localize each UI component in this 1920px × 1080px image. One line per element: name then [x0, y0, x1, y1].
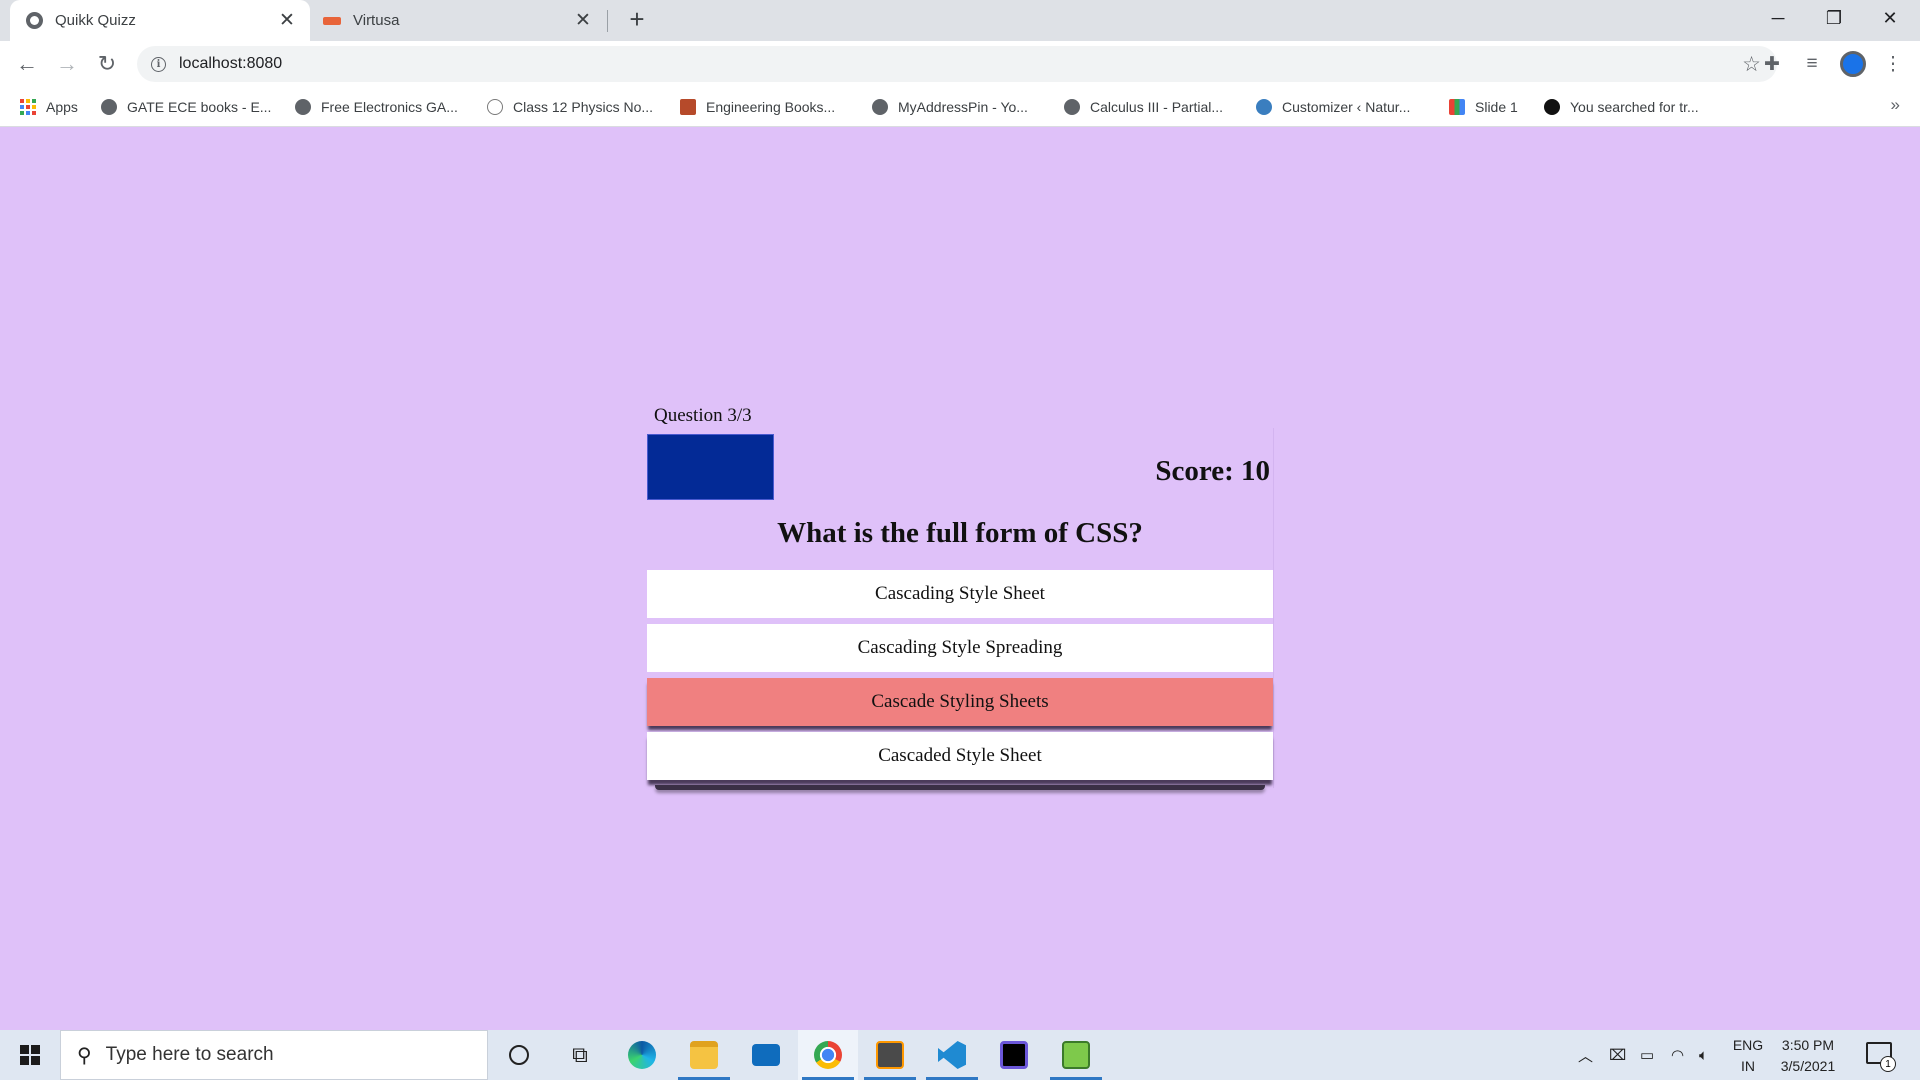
- media-control-icon[interactable]: ≡: [1797, 49, 1827, 79]
- windows-logo-icon: [20, 1045, 40, 1065]
- card-shadow-bar: [655, 785, 1265, 790]
- bookmark-label: Free Electronics GA...: [321, 99, 458, 115]
- battery-icon[interactable]: ▭: [1640, 1030, 1654, 1080]
- wordpress-icon: [1256, 99, 1272, 115]
- question-text: What is the full form of CSS?: [777, 517, 1143, 549]
- tab-separator: [607, 10, 608, 32]
- bookmark-apps[interactable]: Apps: [20, 87, 78, 127]
- edge-icon[interactable]: [612, 1030, 672, 1080]
- question-counter: Question 3/3: [654, 405, 752, 426]
- clock[interactable]: 3:50 PM 3/5/2021: [1768, 1035, 1848, 1077]
- globe-icon: [1064, 99, 1080, 115]
- browser-toolbar: ← → ↻ i localhost:8080 ☆ ✚ ≡ ⋮: [0, 41, 1920, 87]
- volume-icon[interactable]: 🔈︎: [1699, 1030, 1708, 1080]
- bookmark-slide1[interactable]: Slide 1: [1449, 87, 1518, 127]
- bookmark-free-electronics[interactable]: Free Electronics GA...: [295, 87, 458, 127]
- bookmark-calculus[interactable]: Calculus III - Partial...: [1064, 87, 1223, 127]
- globe-icon: [101, 99, 117, 115]
- answer-option[interactable]: Cascaded Style Sheet: [647, 732, 1273, 780]
- bookmark-class12-physics[interactable]: Class 12 Physics No...: [487, 87, 653, 127]
- bookmark-myaddresspin[interactable]: MyAddressPin - Yo...: [872, 87, 1028, 127]
- tab-virtusa[interactable]: Virtusa ✕: [313, 0, 606, 41]
- bookmark-label: Calculus III - Partial...: [1090, 99, 1224, 115]
- tab-quikk-quizz[interactable]: Quikk Quizz ✕: [10, 0, 310, 41]
- language-code: ENG: [1732, 1037, 1764, 1053]
- start-button[interactable]: [0, 1030, 60, 1080]
- restore-button[interactable]: ❐: [1806, 0, 1862, 36]
- close-tab-icon[interactable]: ✕: [278, 9, 296, 32]
- timer-box: [647, 434, 774, 500]
- notepad-icon[interactable]: [1046, 1030, 1106, 1080]
- sublime-text-icon[interactable]: [860, 1030, 920, 1080]
- bookmark-label: MyAddressPin - Yo...: [898, 99, 1028, 115]
- tab-title: Quikk Quizz: [55, 12, 136, 29]
- notification-count-badge: 1: [1880, 1056, 1896, 1072]
- bookmark-label: Slide 1: [1475, 99, 1518, 115]
- show-hidden-icons-chevron-icon[interactable]: ︿: [1578, 1030, 1593, 1080]
- search-placeholder: Type here to search: [105, 1044, 274, 1065]
- answer-option[interactable]: Cascading Style Sheet: [647, 570, 1273, 618]
- virtusa-favicon-icon: [323, 16, 341, 25]
- answer-option-wrong[interactable]: Cascade Styling Sheets: [647, 678, 1273, 726]
- bookmark-gate-ece[interactable]: GATE ECE books - E...: [101, 87, 271, 127]
- bookmarks-overflow-button[interactable]: »: [1891, 95, 1900, 115]
- globe-icon: [872, 99, 888, 115]
- answer-option[interactable]: Cascading Style Spreading: [647, 624, 1273, 672]
- search-icon: ⚲: [77, 1044, 92, 1067]
- web-icon: [487, 99, 503, 115]
- menu-kebab-icon[interactable]: ⋮: [1878, 49, 1908, 79]
- bookmark-label: Apps: [46, 99, 78, 115]
- score-display: Score: 10: [1155, 455, 1270, 487]
- mail-icon[interactable]: [736, 1030, 796, 1080]
- vscode-icon[interactable]: [922, 1030, 982, 1080]
- tab-strip: Quikk Quizz ✕ Virtusa ✕ + ─ ❐ ✕: [0, 0, 1920, 41]
- close-tab-icon[interactable]: ✕: [574, 9, 592, 32]
- windows-taskbar: ⚲ Type here to search ⧉ ︿ ⌧ ▭ ◠ 🔈︎ ENG I…: [0, 1030, 1920, 1080]
- wifi-icon[interactable]: ◠: [1671, 1030, 1684, 1080]
- globe-icon: [295, 99, 311, 115]
- task-view-icon[interactable]: ⧉: [550, 1030, 610, 1080]
- address-bar[interactable]: i localhost:8080 ☆: [137, 46, 1777, 82]
- bookmark-label: Customizer ‹ Natur...: [1282, 99, 1411, 115]
- date-text: 3/5/2021: [1780, 1058, 1836, 1074]
- extensions-icon[interactable]: ✚: [1757, 49, 1787, 79]
- slides-icon: [1449, 99, 1465, 115]
- bookmark-customizer[interactable]: Customizer ‹ Natur...: [1256, 87, 1410, 127]
- bookmark-engineering-books[interactable]: Engineering Books...: [680, 87, 835, 127]
- back-arrow-icon[interactable]: ←: [12, 49, 42, 79]
- minimize-button[interactable]: ─: [1750, 0, 1806, 36]
- bookmark-label: Class 12 Physics No...: [513, 99, 654, 115]
- file-explorer-icon[interactable]: [674, 1030, 734, 1080]
- taskbar-search-box[interactable]: ⚲ Type here to search: [60, 1030, 488, 1080]
- bookmark-label: GATE ECE books - E...: [127, 99, 272, 115]
- chrome-icon[interactable]: [798, 1030, 858, 1080]
- books-icon: [680, 99, 696, 115]
- time-text: 3:50 PM: [1781, 1037, 1835, 1053]
- bookmark-you-searched[interactable]: You searched for tr...: [1544, 87, 1699, 127]
- bookmark-label: You searched for tr...: [1570, 99, 1699, 115]
- profile-avatar[interactable]: [1840, 51, 1866, 77]
- google-icon: [1544, 99, 1560, 115]
- region-code: IN: [1741, 1058, 1755, 1074]
- intellij-icon[interactable]: [984, 1030, 1044, 1080]
- url-text[interactable]: localhost:8080: [179, 55, 282, 73]
- language-indicator[interactable]: ENG IN: [1729, 1035, 1767, 1077]
- meet-now-icon[interactable]: ⌧: [1609, 1030, 1626, 1080]
- cortana-icon[interactable]: [489, 1030, 549, 1080]
- bookmark-label: Engineering Books...: [706, 99, 836, 115]
- close-window-button[interactable]: ✕: [1862, 0, 1918, 36]
- forward-arrow-icon[interactable]: →: [52, 49, 82, 79]
- apps-grid-icon: [20, 99, 36, 115]
- tab-title: Virtusa: [353, 12, 400, 29]
- globe-icon: [26, 12, 43, 29]
- reload-icon[interactable]: ↻: [92, 49, 122, 79]
- new-tab-button[interactable]: +: [622, 4, 652, 35]
- bookmarks-bar: Apps GATE ECE books - E... Free Electron…: [0, 87, 1920, 127]
- info-icon[interactable]: i: [151, 56, 166, 72]
